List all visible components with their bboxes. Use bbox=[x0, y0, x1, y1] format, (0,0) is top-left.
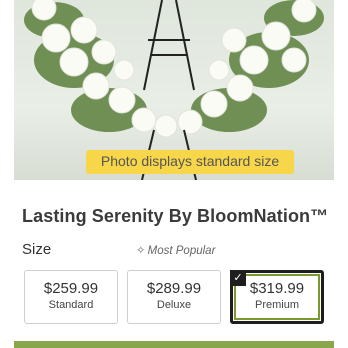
option-price: $319.99 bbox=[249, 280, 305, 297]
size-label: Size bbox=[22, 241, 52, 258]
option-tier: Standard bbox=[48, 299, 94, 311]
size-option-standard[interactable]: $259.99 Standard bbox=[24, 270, 118, 324]
option-price: $259.99 bbox=[43, 280, 99, 297]
sparkle-icon: ✧ bbox=[136, 245, 146, 257]
product-title: Lasting Serenity By BloomNation™ bbox=[22, 206, 329, 226]
size-option-premium[interactable]: ✓ $319.99 Premium bbox=[230, 270, 324, 324]
option-tier: Premium bbox=[254, 299, 299, 311]
option-tier: Deluxe bbox=[156, 299, 192, 311]
checkmark-icon: ✓ bbox=[230, 270, 246, 286]
size-header: Size ✧ Most Popular bbox=[22, 241, 332, 259]
photo-size-caption: Photo displays standard size bbox=[86, 150, 294, 174]
size-option-deluxe[interactable]: $289.99 Deluxe bbox=[127, 270, 221, 324]
most-popular-text: Most Popular bbox=[147, 245, 216, 257]
add-to-cart-bar[interactable] bbox=[14, 341, 334, 348]
product-photo[interactable]: Photo displays standard size bbox=[14, 0, 334, 180]
most-popular-hint: ✧ Most Popular bbox=[136, 243, 215, 257]
option-price: $289.99 bbox=[146, 280, 202, 297]
